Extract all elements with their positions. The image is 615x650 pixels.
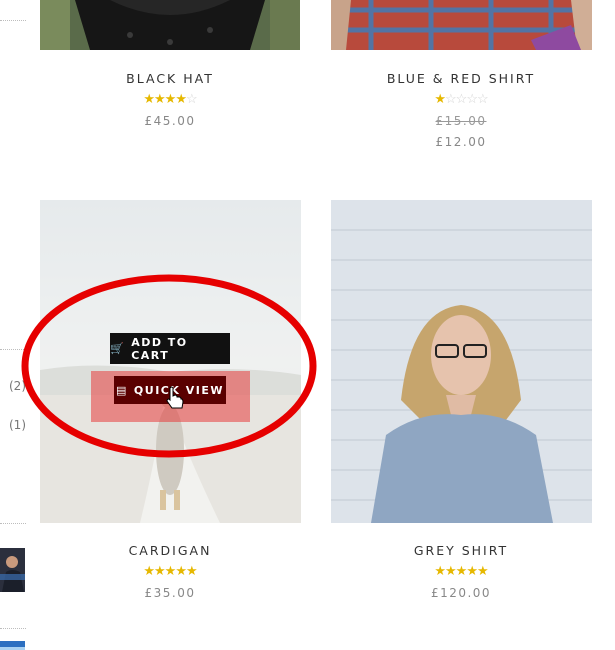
product-old-price: £15.00 <box>435 114 487 128</box>
sidebar-divider <box>0 628 26 629</box>
product-card[interactable]: GREY SHIRT ★★★★★ £120.00 <box>331 200 592 610</box>
product-card[interactable]: BLACK HAT ★★★★☆ £45.00 <box>40 0 300 140</box>
sidebar-divider <box>0 523 26 524</box>
product-price: £45.00 <box>144 114 196 128</box>
product-price: £35.00 <box>144 586 196 600</box>
star-rating: ★★★★★ <box>143 563 197 578</box>
product-price: £12.00 <box>435 135 487 149</box>
product-image[interactable] <box>40 0 300 50</box>
sidebar-product-thumbnail[interactable] <box>0 639 25 650</box>
star-rating: ★★★★☆ <box>143 91 197 106</box>
star-rating: ★☆☆☆☆ <box>434 91 488 106</box>
product-card[interactable]: BLUE & RED SHIRT ★☆☆☆☆ £15.00 £12.00 <box>331 0 592 160</box>
product-image[interactable] <box>331 0 592 50</box>
sidebar-divider <box>0 20 26 21</box>
product-image[interactable] <box>331 200 592 523</box>
product-title[interactable]: BLACK HAT <box>40 71 300 86</box>
sidebar-product-thumbnail[interactable] <box>0 548 25 592</box>
product-title[interactable]: GREY SHIRT <box>331 543 591 558</box>
product-title[interactable]: CARDIGAN <box>40 543 300 558</box>
star-rating: ★★★★★ <box>434 563 488 578</box>
annotation-ellipse <box>21 274 317 458</box>
product-price: £120.00 <box>430 586 492 600</box>
product-title[interactable]: BLUE & RED SHIRT <box>331 71 591 86</box>
